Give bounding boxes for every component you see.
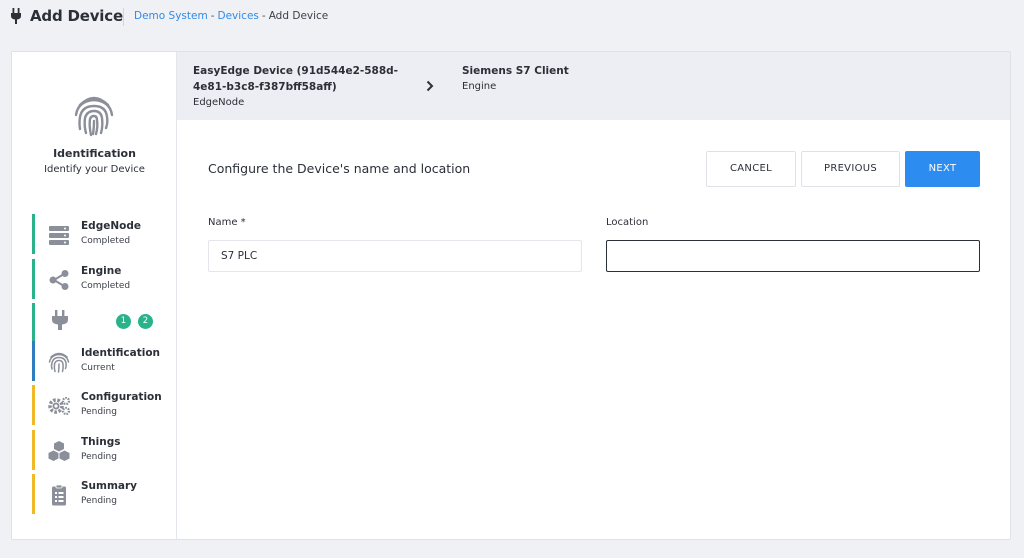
gears-icon [48, 396, 71, 416]
cancel-button[interactable]: CANCEL [706, 151, 796, 187]
breadcrumb-separator: - [261, 10, 266, 22]
step-things[interactable]: Things Pending [32, 430, 172, 470]
breadcrumb-devices[interactable]: Devices [218, 10, 259, 22]
breadcrumb-current: Add Device [268, 10, 329, 22]
path-item-type: Engine [462, 81, 497, 92]
step-engine[interactable]: Engine Completed [32, 259, 172, 299]
location-input[interactable] [606, 240, 980, 272]
path-item-edgenode: EasyEdge Device (91d544e2-588d-4e81-b3c8… [193, 63, 403, 111]
step-name: Engine [81, 265, 122, 277]
breadcrumb-separator: - [210, 10, 215, 22]
step-device[interactable]: 1 2 [32, 303, 172, 343]
step-badge-1[interactable]: 1 [116, 314, 131, 329]
current-step-title: Identification [53, 147, 136, 160]
plug-icon [52, 310, 68, 330]
fingerprint-icon [74, 96, 114, 137]
path-item-name: Siemens S7 Client [462, 65, 569, 77]
step-status-bar [32, 385, 35, 425]
section-title: Configure the Device's name and location [208, 161, 471, 176]
next-button[interactable]: NEXT [905, 151, 980, 187]
step-name: Configuration [81, 391, 162, 403]
wizard-card: Identification Identify your Device Edge… [11, 51, 1011, 540]
step-status: Current [81, 363, 115, 373]
step-configuration[interactable]: Configuration Pending [32, 385, 172, 425]
cubes-icon [48, 441, 70, 461]
step-status: Pending [81, 452, 117, 462]
wizard-sidebar: Identification Identify your Device Edge… [12, 52, 177, 539]
server-icon [49, 226, 69, 245]
name-label: Name * [208, 217, 246, 228]
step-badge-2[interactable]: 2 [138, 314, 153, 329]
step-identification[interactable]: Identification Current [32, 341, 172, 381]
step-status-bar [32, 259, 35, 299]
path-item-engine: Siemens S7 Client Engine [462, 63, 569, 95]
location-label: Location [606, 217, 649, 228]
share-icon [49, 270, 69, 290]
step-name: Identification [81, 347, 161, 359]
step-name: EdgeNode [81, 220, 141, 232]
step-status: Pending [81, 407, 117, 417]
step-status-bar [32, 303, 35, 343]
previous-button[interactable]: PREVIOUS [801, 151, 900, 187]
step-edgenode[interactable]: EdgeNode Completed [32, 214, 172, 254]
page-title: Add Device [30, 7, 123, 25]
step-status-bar [32, 214, 35, 254]
breadcrumb-demo-system[interactable]: Demo System [134, 10, 208, 22]
clipboard-icon [52, 484, 66, 506]
fingerprint-icon [48, 352, 70, 373]
step-status-bar [32, 430, 35, 470]
path-item-name: EasyEdge Device (91d544e2-588d-4e81-b3c8… [193, 65, 399, 93]
breadcrumb: Demo System - Devices - Add Device [134, 10, 328, 22]
current-step-subtitle: Identify your Device [44, 164, 145, 175]
page-header: Add Device Demo System - Devices - Add Devic… [0, 0, 1024, 34]
step-status: Completed [81, 236, 131, 246]
step-status: Completed [81, 281, 131, 291]
name-input[interactable] [208, 240, 582, 272]
step-name: Summary [81, 480, 138, 492]
header-divider [123, 8, 124, 26]
device-path-bar: EasyEdge Device (91d544e2-588d-4e81-b3c8… [177, 52, 1010, 120]
step-summary[interactable]: Summary Pending [32, 474, 172, 514]
step-status-bar [32, 474, 35, 514]
step-status-bar [32, 341, 35, 381]
step-name: Things [81, 436, 121, 448]
path-item-type: EdgeNode [193, 97, 245, 108]
chevron-right-icon [426, 80, 434, 92]
step-status: Pending [81, 496, 117, 506]
plug-icon [11, 8, 21, 24]
